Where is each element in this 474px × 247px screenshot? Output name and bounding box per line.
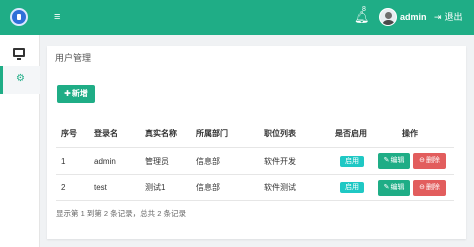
cell-id: 2 (61, 183, 66, 192)
minus-circle-icon: ⊖ (419, 183, 425, 191)
logout-button[interactable]: ⇥ 退出 (434, 11, 463, 23)
cell-enabled: 启用 (340, 148, 364, 174)
add-button-label: 新增 (71, 89, 88, 98)
table-row: 1 admin 管理员 信息部 软件开发 启用 ✎编辑 ⊖删除 (56, 147, 454, 174)
cell-real-name: 管理员 (145, 156, 169, 166)
cell-dept: 信息部 (196, 156, 220, 166)
column-header-login: 登录名 (94, 128, 118, 138)
cell-login: test (94, 183, 107, 192)
avatar-head (385, 12, 392, 19)
cell-role: 软件测试 (264, 183, 296, 192)
delete-button[interactable]: ⊖删除 (413, 153, 446, 169)
column-header-real-name: 真实名称 (145, 128, 177, 138)
delete-button[interactable]: ⊖删除 (413, 179, 446, 196)
enabled-badge: 启用 (340, 155, 364, 167)
edit-button[interactable]: ✎编辑 (378, 153, 410, 169)
pagination-summary: 显示第 1 到第 2 条记录，总共 2 条记录 (56, 209, 187, 218)
avatar-body (382, 20, 395, 25)
app-logo (10, 8, 28, 26)
cell-actions: ✎编辑 ⊖删除 (378, 148, 446, 174)
delete-label: 删除 (425, 183, 440, 191)
column-header-dept: 所属部门 (196, 128, 228, 138)
cell-actions: ✎编辑 ⊖删除 (378, 175, 446, 200)
monitor-icon (13, 48, 25, 60)
cell-dept: 信息部 (196, 183, 220, 192)
edit-icon: ✎ (383, 157, 390, 164)
table-row: 2 test 测试1 信息部 软件测试 启用 ✎编辑 ⊖删除 (56, 174, 454, 201)
column-header-role: 职位列表 (264, 128, 296, 138)
sidebar-item-dashboard[interactable] (0, 40, 40, 68)
delete-label: 删除 (425, 157, 440, 164)
cell-id: 1 (61, 156, 66, 166)
enabled-badge: 启用 (340, 182, 364, 193)
edit-label: 编辑 (390, 157, 405, 164)
username-label[interactable]: admin (400, 11, 427, 23)
column-header-enabled: 是否启用 (335, 128, 367, 138)
gear-icon: ⚙ (16, 73, 25, 84)
sidebar-item-settings[interactable]: ⚙ (0, 66, 40, 94)
add-user-button[interactable]: ✚新增 (57, 85, 95, 103)
user-management-panel: 用户管理 ✚新增 序号 登录名 真实名称 所属部门 职位列表 是否启用 操作 1… (47, 46, 466, 239)
notification-badge: 8 (362, 6, 366, 13)
sidebar: ⚙ (0, 35, 40, 247)
cell-login: admin (94, 156, 116, 166)
logo-area (0, 0, 40, 35)
column-header-id: 序号 (61, 128, 77, 138)
menu-toggle-icon[interactable]: ≡ (54, 11, 64, 23)
main-content: 用户管理 ✚新增 序号 登录名 真实名称 所属部门 职位列表 是否启用 操作 1… (40, 35, 474, 247)
table-header-row: 序号 登录名 真实名称 所属部门 职位列表 是否启用 操作 (56, 119, 454, 147)
edit-button[interactable]: ✎编辑 (378, 179, 410, 196)
minus-circle-icon: ⊖ (419, 157, 425, 164)
logout-label: 退出 (444, 12, 463, 22)
cell-enabled: 启用 (340, 175, 364, 200)
plus-icon: ✚ (64, 89, 71, 98)
page-title: 用户管理 (55, 53, 92, 63)
avatar[interactable] (379, 8, 397, 26)
edit-icon: ✎ (383, 183, 390, 191)
edit-label: 编辑 (390, 183, 405, 191)
logout-icon: ⇥ (434, 12, 442, 22)
top-navbar: ≡ 🔔︎ 8 admin ⇥ 退出 (0, 0, 474, 35)
column-header-actions: 操作 (402, 128, 418, 138)
cell-role: 软件开发 (264, 156, 296, 166)
cell-real-name: 测试1 (145, 183, 166, 192)
